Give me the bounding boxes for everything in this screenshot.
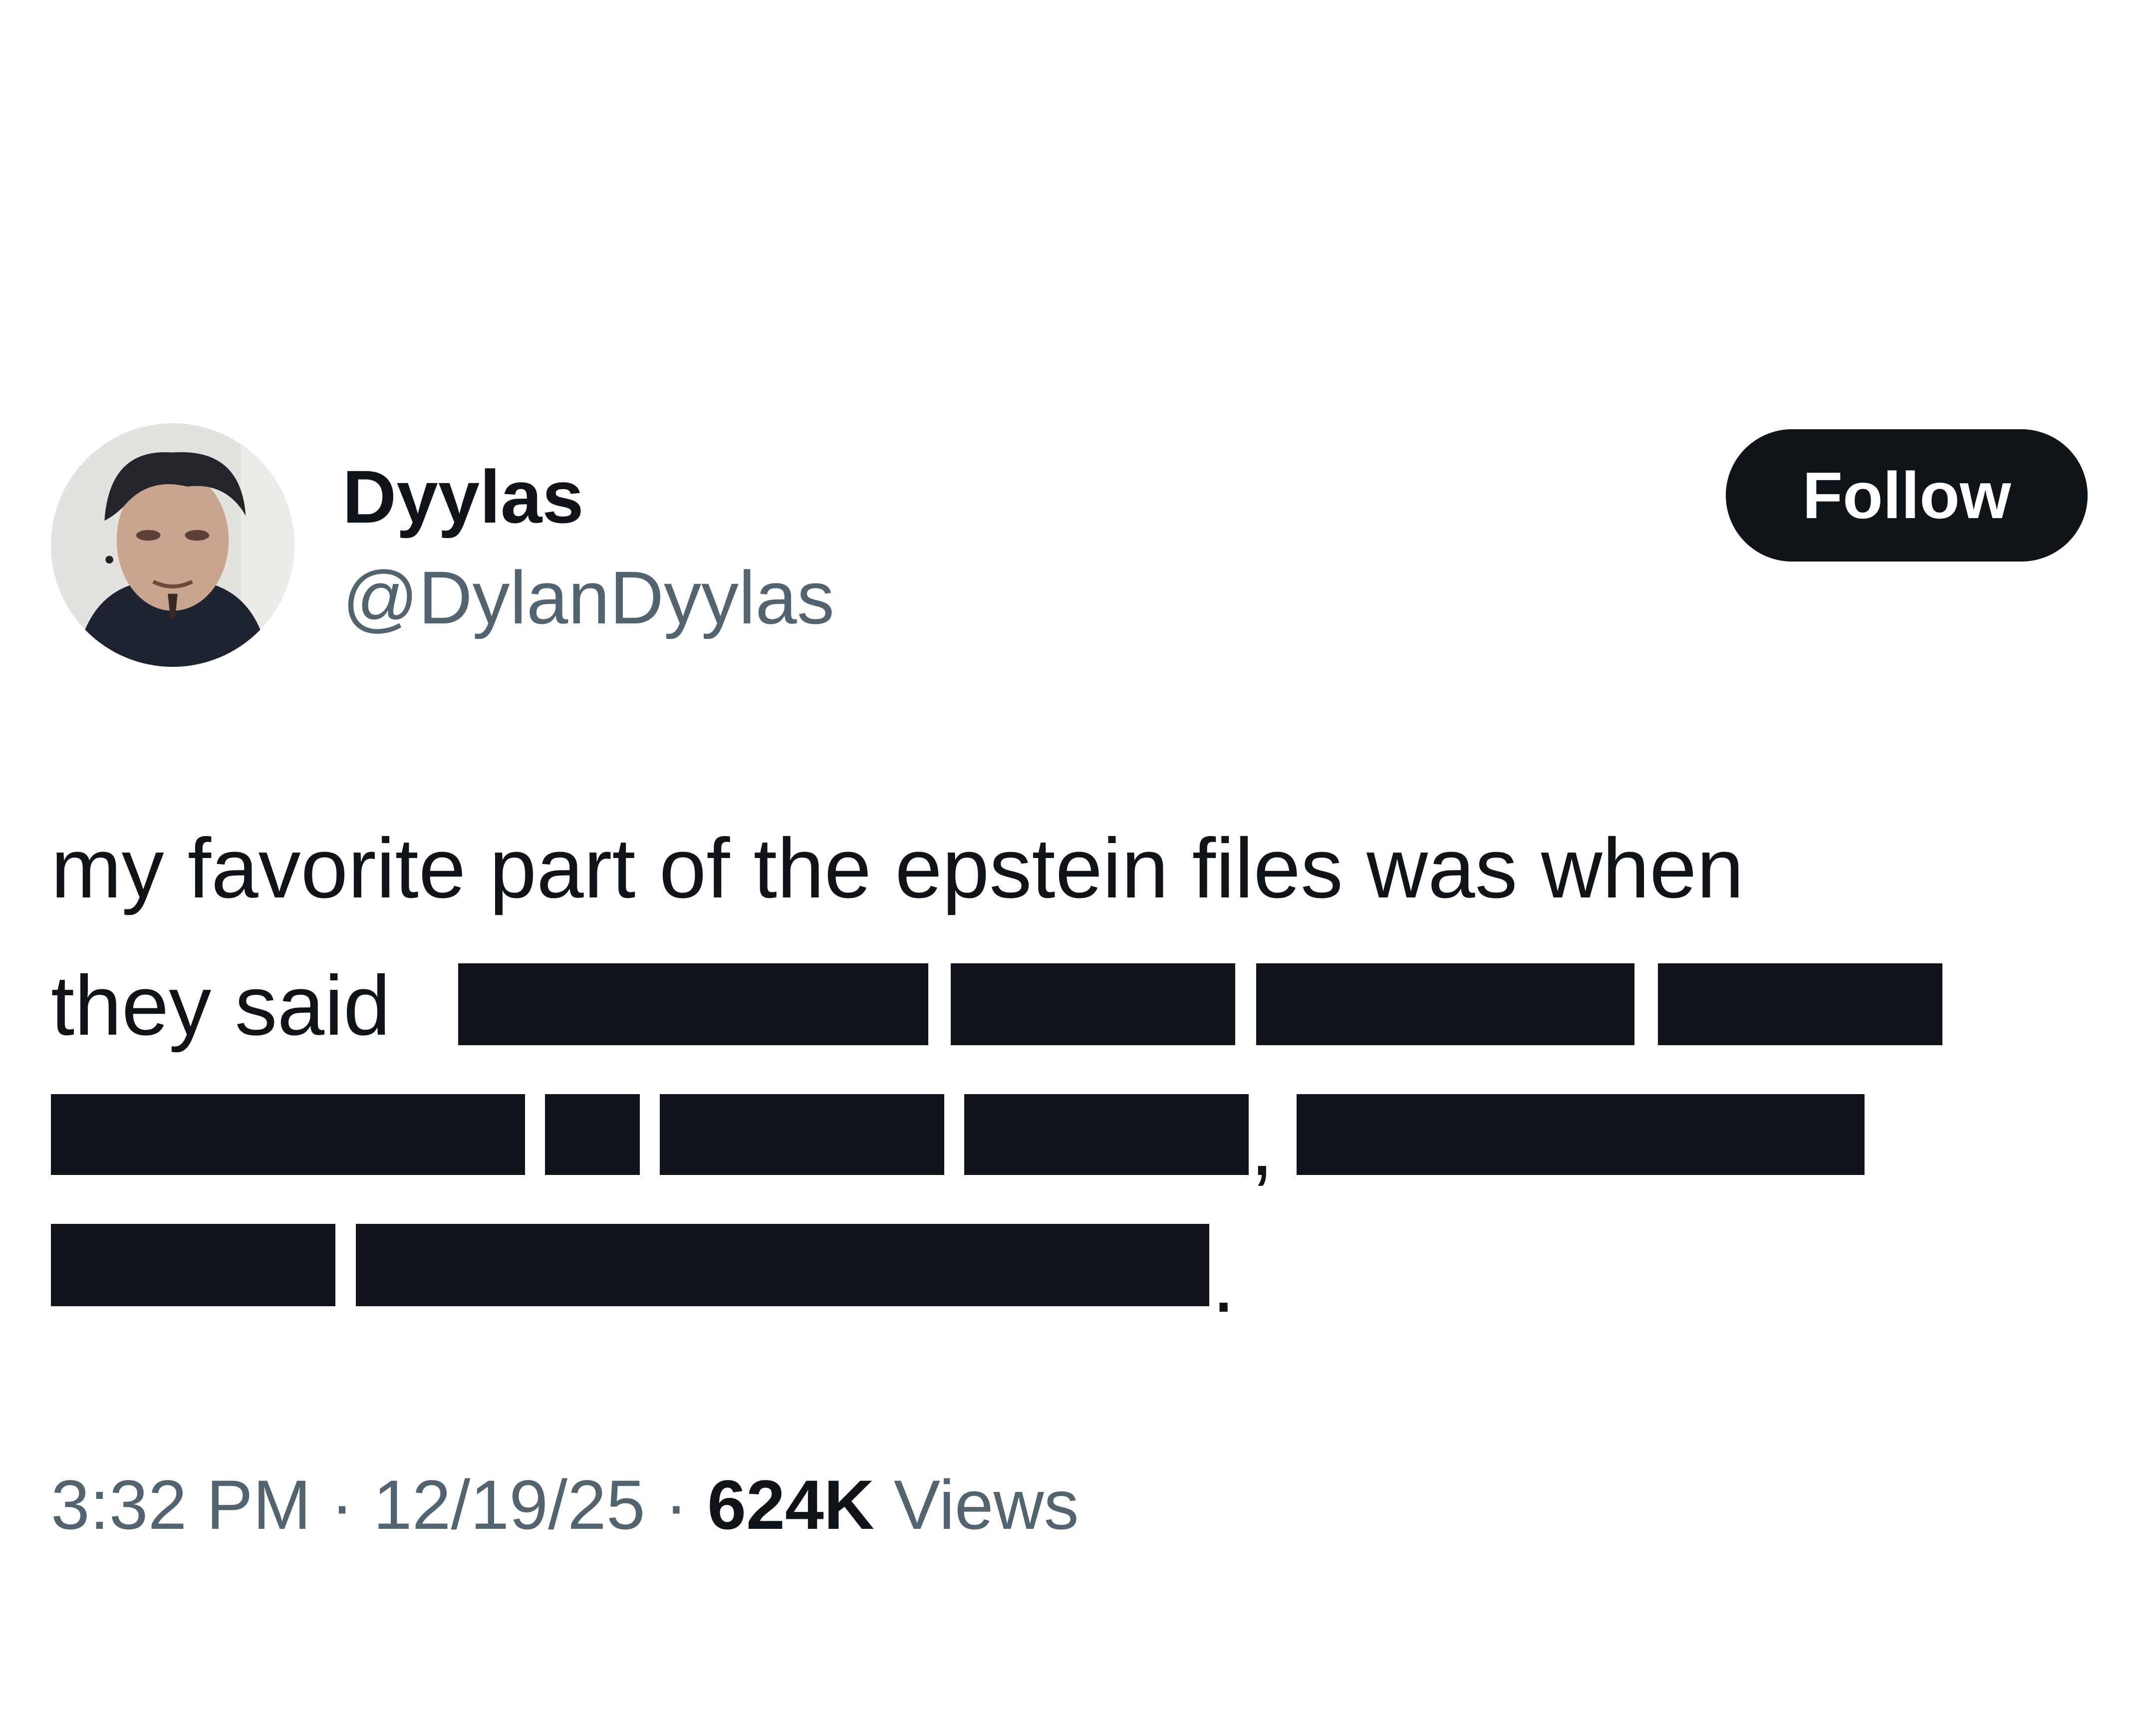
redaction-bar (458, 963, 928, 1045)
avatar[interactable] (51, 423, 294, 667)
meta-separator: · (645, 1465, 708, 1544)
tweet-text-line-1: my favorite part of the epstein files wa… (51, 821, 1744, 916)
comma: , (1250, 1099, 1274, 1193)
redaction-bar (951, 963, 1235, 1045)
author-handle[interactable]: @DylanDyylas (342, 555, 834, 640)
redaction-bar (1256, 963, 1634, 1045)
tweet-text-line-2: they said (51, 958, 391, 1053)
redaction-bar (51, 1224, 335, 1306)
views-count: 624K (707, 1465, 874, 1544)
redaction-bar (964, 1094, 1249, 1175)
tweet-metadata: 3:32 PM · 12/19/25 · 624K Views (51, 1462, 1079, 1547)
redaction-bar (1658, 963, 1942, 1045)
period: . (1212, 1235, 1236, 1330)
tweet-card: Dyylas @DylanDyylas Follow my favorite p… (0, 0, 2156, 1731)
views-label: Views (893, 1465, 1079, 1544)
tweet-time[interactable]: 3:32 PM (51, 1465, 311, 1544)
redaction-bar (1297, 1094, 1865, 1175)
redaction-bar (660, 1094, 944, 1175)
tweet-date[interactable]: 12/19/25 (373, 1465, 645, 1544)
follow-button[interactable]: Follow (1726, 429, 2088, 562)
meta-separator: · (311, 1465, 373, 1544)
redaction-bar (51, 1094, 525, 1175)
redaction-bar (545, 1094, 640, 1175)
redaction-bar (356, 1224, 1209, 1306)
author-display-name[interactable]: Dyylas (342, 454, 584, 539)
avatar-image (51, 423, 294, 667)
